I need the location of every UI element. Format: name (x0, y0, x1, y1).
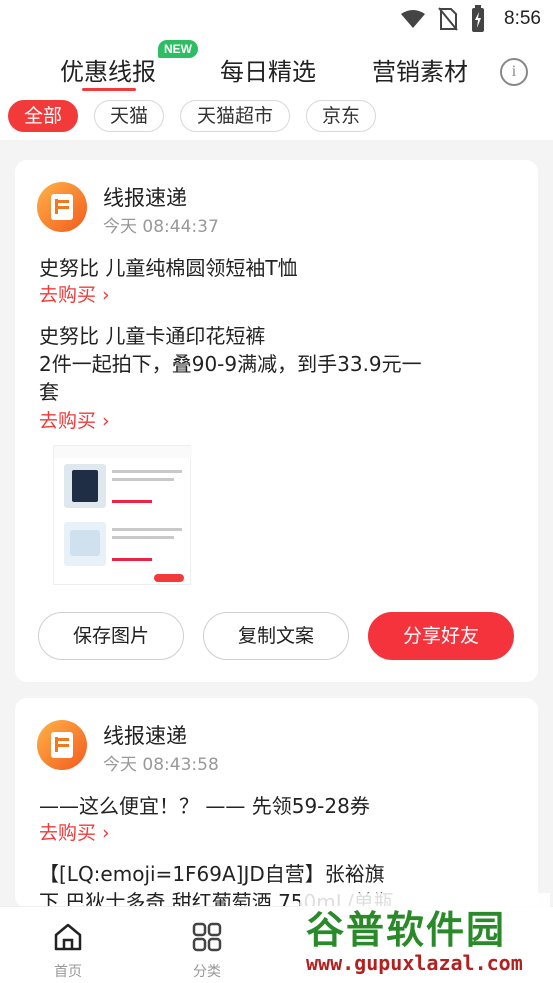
filter-jd[interactable]: 京东 (306, 100, 376, 132)
deal-text-line: 史努比 儿童卡通印花短裤 (39, 324, 266, 348)
deal-text-line: 【[LQ:emoji=1F69A]JD自营】张裕旗 (39, 862, 385, 886)
deal-card: 线报速递 今天 08:44:37 史努比 儿童纯棉圆领短袖T恤 去购买 › 史努… (15, 160, 538, 682)
buy-link[interactable]: 去购买 › (39, 818, 110, 845)
post-time: 今天 08:43:58 (103, 755, 219, 775)
share-button[interactable]: 分享好友 (368, 612, 514, 660)
top-tab-bar: 优惠线报 NEW 每日精选 营销素材 i (0, 38, 553, 98)
nav-home-label: 首页 (54, 964, 82, 980)
nav-category-label: 分类 (193, 964, 221, 980)
source-name: 线报速递 (103, 186, 187, 210)
no-sim-icon (438, 7, 458, 31)
watermark: 谷普软件园 www.gupuxlazal.com (300, 893, 550, 978)
tab-marketing-materials[interactable]: 营销素材 (372, 52, 468, 87)
grid-icon (192, 922, 222, 952)
filter-all[interactable]: 全部 (8, 100, 78, 132)
deal-text-line: 史努比 儿童纯棉圆领短袖T恤 (39, 256, 298, 280)
shorts-thumbnail (64, 464, 106, 508)
nav-home[interactable]: 首页 (38, 907, 98, 983)
new-badge: NEW (158, 40, 198, 58)
buy-link[interactable]: 去购买 › (39, 280, 110, 307)
filter-bar: 全部 天猫 天猫超市 京东 (0, 98, 553, 140)
wifi-icon (401, 10, 425, 28)
source-avatar (37, 720, 87, 770)
product-image[interactable] (53, 445, 192, 585)
deal-text-line: 2件一起拍下，叠90-9满减，到手33.9元一 (39, 352, 422, 376)
source-name: 线报速递 (103, 724, 187, 748)
deal-text-line: 套 (39, 380, 59, 404)
watermark-url: www.gupuxlazal.com (306, 951, 523, 975)
nav-category[interactable]: 分类 (177, 907, 237, 983)
tab-deals[interactable]: 优惠线报 (60, 52, 156, 87)
deal-card: 线报速递 今天 08:43:58 ——这么便宜！？ —— 先领59-28券 去购… (15, 698, 538, 908)
tshirt-thumbnail (64, 522, 106, 566)
filter-tmall-supermarket[interactable]: 天猫超市 (180, 100, 290, 132)
source-avatar (37, 182, 87, 232)
buy-link[interactable]: 去购买 › (39, 406, 110, 433)
tab-daily-picks[interactable]: 每日精选 (220, 52, 316, 87)
post-time: 今天 08:44:37 (103, 217, 219, 237)
active-tab-indicator (82, 88, 136, 91)
watermark-title: 谷普软件园 (306, 908, 507, 952)
save-image-button[interactable]: 保存图片 (38, 612, 184, 660)
copy-text-button[interactable]: 复制文案 (203, 612, 349, 660)
status-bar: 8:56 (0, 0, 553, 38)
battery-icon (472, 5, 484, 32)
info-icon[interactable]: i (500, 58, 528, 86)
deal-text-line: ——这么便宜！？ —— 先领59-28券 (39, 794, 370, 818)
filter-tmall[interactable]: 天猫 (94, 100, 164, 132)
status-time: 8:56 (504, 8, 541, 29)
home-icon (54, 923, 82, 951)
